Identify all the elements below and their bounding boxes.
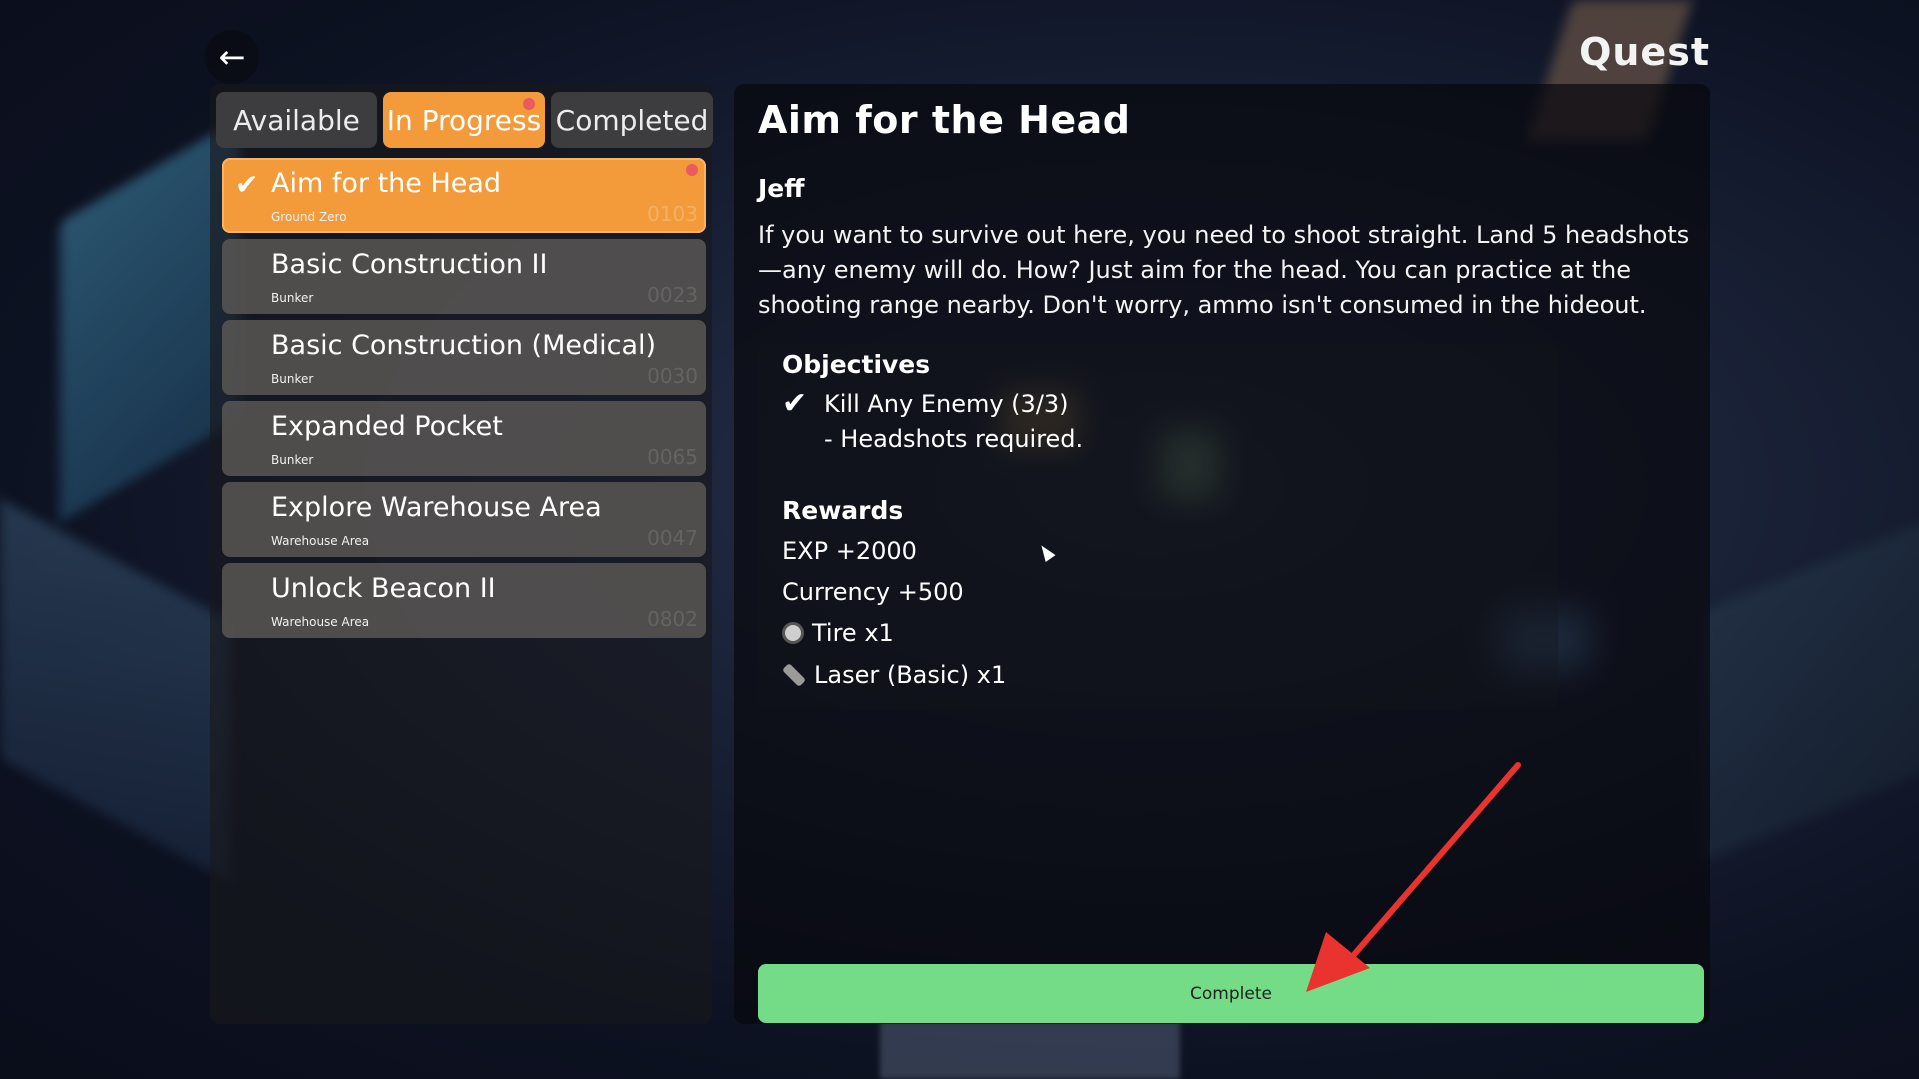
tab-label: Completed	[555, 103, 709, 137]
objective-text: Kill Any Enemy (3/3)	[824, 390, 1069, 418]
quest-location: Warehouse Area	[271, 615, 370, 629]
tab-label: Available	[233, 103, 360, 137]
complete-button-label: Complete	[1190, 983, 1272, 1004]
objective-checkmark-icon: ✔	[782, 386, 808, 421]
quest-location: Ground Zero	[271, 210, 347, 224]
quest-item-aim-for-the-head[interactable]: ✔ Aim for the Head Ground Zero 0103	[222, 158, 706, 233]
reward-currency: Currency +500	[782, 578, 964, 606]
tab-completed[interactable]: Completed	[551, 92, 713, 148]
objectives-heading: Objectives	[782, 350, 931, 379]
reward-item-label: Tire x1	[812, 619, 894, 647]
checkmark-icon: ✔	[235, 168, 259, 201]
back-button[interactable]: ←	[205, 30, 259, 84]
quest-giver: Jeff	[758, 174, 805, 203]
quest-code: 0802	[647, 607, 698, 631]
tab-label: In Progress	[386, 103, 542, 137]
notification-dot	[686, 164, 698, 176]
tab-available[interactable]: Available	[216, 92, 377, 148]
reward-item-tire: Tire x1	[782, 619, 894, 647]
quest-code: 0065	[647, 445, 698, 469]
rewards-heading: Rewards	[782, 496, 904, 525]
quest-tabs: Available In Progress Completed	[216, 92, 713, 148]
reward-item-label: Laser (Basic) x1	[814, 661, 1007, 689]
reward-item-laser: Laser (Basic) x1	[781, 661, 1007, 689]
quest-detail-panel: Aim for the Head Jeff If you want to sur…	[734, 84, 1710, 1024]
quest-name: Basic Construction II	[271, 249, 548, 280]
quest-item-expanded-pocket[interactable]: Expanded Pocket Bunker 0065	[222, 401, 706, 476]
quest-list-panel: Available In Progress Completed ✔ Aim fo…	[210, 84, 713, 1024]
quest-location: Bunker	[271, 291, 314, 305]
quest-code: 0023	[647, 283, 698, 307]
reward-exp: EXP +2000	[782, 537, 917, 565]
complete-button[interactable]: Complete	[758, 964, 1704, 1023]
quest-code: 0047	[647, 526, 698, 550]
quest-name: Aim for the Head	[271, 168, 502, 199]
quest-list: ✔ Aim for the Head Ground Zero 0103 Basi…	[222, 158, 706, 644]
quest-location: Warehouse Area	[271, 534, 370, 548]
objective-note: - Headshots required.	[824, 425, 1084, 453]
quest-description: If you want to survive out here, you nee…	[758, 221, 1690, 319]
quest-name: Basic Construction (Medical)	[271, 330, 657, 361]
quest-detail-title: Aim for the Head	[758, 98, 1131, 142]
arrow-left-icon: ←	[218, 38, 246, 76]
tab-in-progress[interactable]: In Progress	[383, 92, 545, 148]
notification-dot	[523, 98, 535, 110]
quest-name: Explore Warehouse Area	[271, 492, 602, 523]
quest-item-explore-warehouse-area[interactable]: Explore Warehouse Area Warehouse Area 00…	[222, 482, 706, 557]
quest-code: 0103	[647, 202, 698, 226]
quest-item-basic-construction-medical[interactable]: Basic Construction (Medical) Bunker 0030	[222, 320, 706, 395]
quest-item-basic-construction-ii[interactable]: Basic Construction II Bunker 0023	[222, 239, 706, 314]
page-title: Quest	[1579, 30, 1710, 74]
quest-name: Expanded Pocket	[271, 411, 503, 442]
quest-item-unlock-beacon-ii[interactable]: Unlock Beacon II Warehouse Area 0802	[222, 563, 706, 638]
quest-location: Bunker	[271, 453, 314, 467]
tire-icon	[782, 622, 804, 644]
laser-icon	[781, 662, 807, 688]
quest-code: 0030	[647, 364, 698, 388]
quest-name: Unlock Beacon II	[271, 573, 496, 604]
quest-location: Bunker	[271, 372, 314, 386]
